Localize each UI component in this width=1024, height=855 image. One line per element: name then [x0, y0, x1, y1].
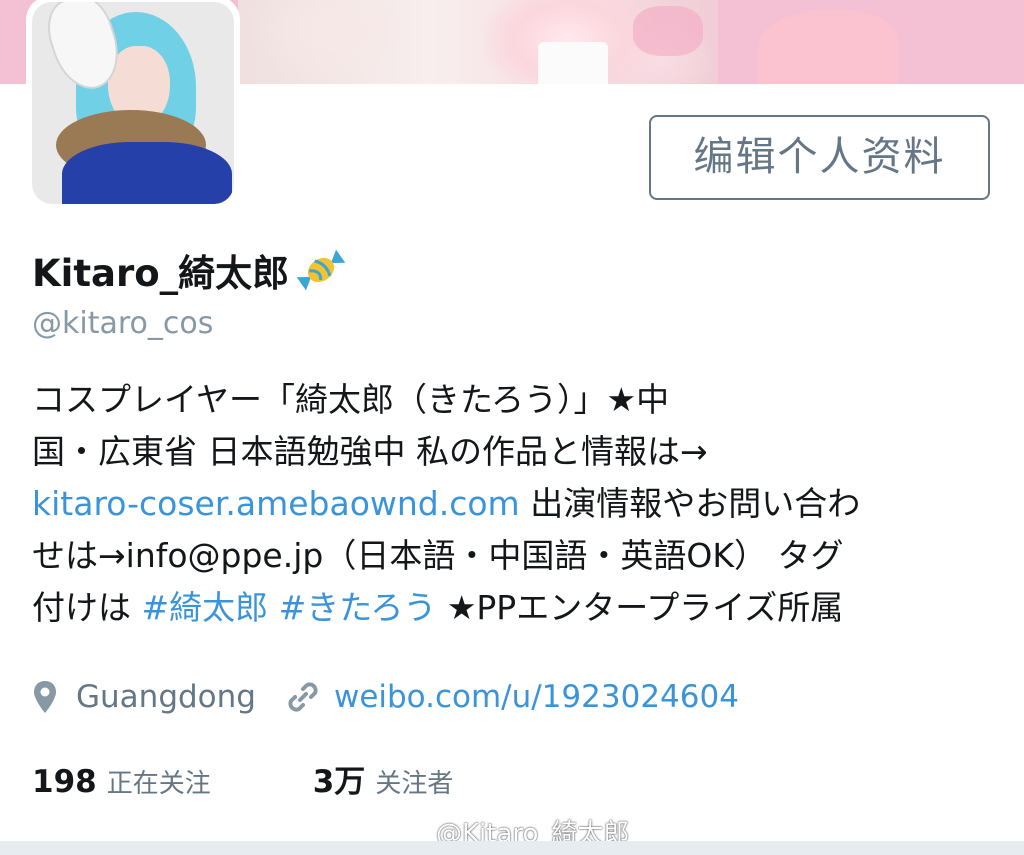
banner-image — [238, 0, 898, 84]
link-icon — [288, 682, 318, 712]
display-name: Kitaro_綺太郎 — [32, 252, 290, 295]
name-row: Kitaro_綺太郎 — [32, 242, 347, 298]
bio-space — [268, 588, 279, 627]
bio-line-4: せは→info@ppe.jp（日本語・中国語・英語OK） タグ — [32, 536, 844, 575]
hashtag-link[interactable]: #きたろう — [279, 588, 437, 627]
website-link[interactable]: weibo.com/u/1923024604 — [334, 679, 739, 715]
map-pin-icon — [34, 681, 56, 713]
bio-line-5: 付けは #綺太郎 #きたろう ★PPエンタープライズ所属 — [32, 582, 1002, 634]
bottom-divider — [0, 841, 1024, 855]
banner-plush-shape — [758, 10, 898, 84]
edit-profile-button[interactable]: 编辑个人资料 — [649, 115, 990, 200]
banner-bow-shape — [633, 6, 703, 56]
handle: @kitaro_cos — [32, 306, 214, 341]
bio-website-link[interactable]: kitaro-coser.amebaownd.com — [32, 484, 520, 523]
location-text: Guangdong — [76, 679, 256, 715]
bio-line-5-prefix: 付けは — [32, 588, 142, 627]
bio: コスプレイヤー「綺太郎（きたろう）」★中 国・広東省 日本語勉強中 私の作品と情… — [32, 374, 1002, 634]
follow-stats: 198 正在关注 3万 关注者 — [32, 756, 453, 802]
following-count[interactable]: 198 — [32, 764, 97, 800]
banner-cup-shape — [538, 42, 608, 84]
hashtag-link[interactable]: #綺太郎 — [142, 588, 269, 627]
avatar-image — [32, 2, 234, 204]
bio-line-1: コスプレイヤー「綺太郎（きたろう）」★中 — [32, 380, 670, 419]
bio-line-3-text: 出演情報やお問い合わ — [519, 484, 861, 523]
avatar[interactable] — [26, 0, 240, 210]
avatar-shirt — [62, 142, 232, 204]
bio-line-2: 国・広東省 日本語勉強中 私の作品と情報は→ — [32, 432, 708, 471]
followers-count[interactable]: 3万 — [313, 756, 366, 801]
followers-label[interactable]: 关注者 — [375, 763, 453, 800]
bio-line-3: kitaro-coser.amebaownd.com 出演情報やお問い合わ — [32, 478, 1002, 530]
following-label[interactable]: 正在关注 — [107, 763, 211, 800]
candy-icon — [296, 249, 346, 291]
bio-line-5-suffix: ★PPエンタープライズ所属 — [436, 588, 844, 627]
profile-meta: Guangdong weibo.com/u/1923024604 — [32, 672, 739, 722]
